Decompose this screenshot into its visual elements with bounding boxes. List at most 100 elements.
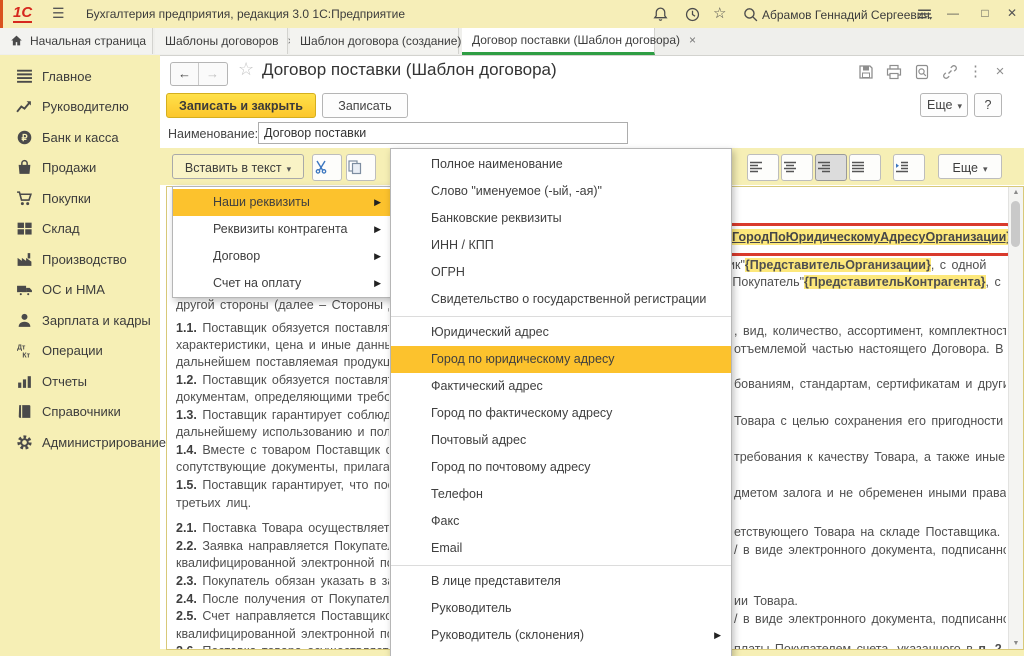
align-left-button[interactable] — [747, 154, 779, 181]
sidebar-label: Операции — [42, 343, 103, 358]
sidebar-item-pokupki[interactable]: Покупки — [0, 184, 160, 214]
preview-icon[interactable] — [914, 64, 931, 81]
doc-line: / в виде электронного документа, подписа… — [734, 542, 1006, 558]
menu-item-gorod-po-pochtovomu-adresu[interactable]: Город по почтовому адресу — [391, 454, 731, 481]
tab-label: Начальная страница — [30, 34, 146, 48]
sidebar-item-sklad[interactable]: Склад — [0, 214, 160, 244]
sidebar-item-bank-i-kassa[interactable]: ₽ Банк и касса — [0, 123, 160, 153]
save-and-close-button[interactable]: Записать и закрыть — [166, 93, 316, 118]
print-icon[interactable] — [886, 64, 903, 81]
menu-item-svidetelstvo[interactable]: Свидетельство о государственной регистра… — [391, 286, 731, 313]
person-icon — [16, 312, 33, 329]
more-button[interactable]: Еще▾ — [920, 93, 968, 117]
sidebar-item-administrirovanie[interactable]: Администрирование — [0, 428, 160, 458]
minimize-button[interactable]: — — [944, 6, 962, 20]
main-menu-icon[interactable]: ☰ — [52, 5, 65, 22]
sidebar-item-glavnoe[interactable]: Главное — [0, 62, 160, 92]
vertical-scrollbar[interactable]: ▲ ▼ — [1008, 187, 1023, 649]
tab-contract-templates[interactable]: Шаблоны договоров× — [155, 28, 288, 54]
menu-label: Руководитель (склонения) — [431, 628, 584, 642]
scroll-down-icon[interactable]: ▼ — [1009, 640, 1023, 647]
menu-item-dogovor[interactable]: Договор▶ — [173, 243, 391, 270]
sidebar-item-zarplata-i-kadry[interactable]: Зарплата и кадры — [0, 306, 160, 336]
doc-line: "Покупатель"{ПредставительКонтрагента}, … — [728, 274, 1010, 290]
menu-item-rukovoditel-skloneniya[interactable]: Руководитель (склонения) ▶ — [391, 622, 731, 649]
back-button[interactable]: ← — [171, 63, 199, 85]
sidebar-item-operacii[interactable]: ДтКт Операции — [0, 336, 160, 366]
link-icon[interactable] — [942, 64, 959, 81]
cut-button[interactable] — [312, 154, 342, 181]
sidebar-item-os-i-nma[interactable]: ОС и НМА — [0, 275, 160, 305]
menu-item-rekvizity-kontragenta[interactable]: Реквизиты контрагента▶ — [173, 216, 391, 243]
menu-item-ogrn[interactable]: ОГРН — [391, 259, 731, 286]
name-input[interactable] — [258, 122, 628, 144]
insert-into-text-button[interactable]: Вставить в текст▾ — [172, 154, 304, 179]
doc-line: 1.5. Поставщик гарантирует, что пост — [176, 477, 389, 493]
sidebar-item-spravochniki[interactable]: Справочники — [0, 397, 160, 427]
menu-item-dolzhnost-rukovoditelya[interactable]: Должность руководителя — [391, 649, 731, 656]
save-icon[interactable] — [858, 64, 875, 81]
tab-start-page[interactable]: Начальная страница — [0, 28, 153, 54]
sidebar-item-rukovoditelyu[interactable]: Руководителю — [0, 92, 160, 122]
doc-line: 1.4. Вместе с товаром Поставщик об — [176, 442, 389, 458]
editor-more-button[interactable]: Еще▾ — [938, 154, 1002, 179]
scrollbar-thumb[interactable] — [1011, 201, 1020, 247]
doc-line: дальнейшему использованию и полезн — [176, 424, 389, 440]
more-label: Еще — [953, 161, 978, 175]
menu-item-gorod-po-fakticheskomu-adresu[interactable]: Город по фактическому адресу — [391, 400, 731, 427]
forward-button[interactable]: → — [199, 63, 226, 85]
tab-label: Шаблон договора (создание) * — [300, 34, 469, 48]
our-details-submenu: Полное наименование Слово "именуемое (-ы… — [390, 148, 732, 656]
menu-item-slovo-imenuemoe[interactable]: Слово "именуемое (-ый, -ая)" — [391, 178, 731, 205]
menu-item-rukovoditel[interactable]: Руководитель — [391, 595, 731, 622]
favorite-star-icon[interactable]: ☆ — [238, 59, 254, 80]
align-justify-button[interactable] — [849, 154, 881, 181]
sidebar-item-otchety[interactable]: Отчеты — [0, 367, 160, 397]
menu-item-polnoe-naimenovanie[interactable]: Полное наименование — [391, 151, 731, 178]
submenu-arrow-icon: ▶ — [714, 622, 721, 649]
menu-item-inn-kpp[interactable]: ИНН / КПП — [391, 232, 731, 259]
field-token: {ПредставительКонтрагента} — [804, 275, 985, 289]
tab-supply-contract[interactable]: Договор поставки (Шаблон договора)× — [462, 28, 655, 55]
sidebar-item-proizvodstvo[interactable]: Производство — [0, 245, 160, 275]
close-tab-icon[interactable]: × — [689, 33, 696, 47]
favorites-star-icon[interactable]: ☆ — [713, 4, 730, 21]
close-form-icon[interactable]: × — [992, 64, 1008, 81]
menu-item-gorod-po-yuridicheskomu-adresu[interactable]: Город по юридическому адресу — [391, 346, 731, 373]
notifications-bell-icon[interactable] — [652, 6, 669, 23]
align-right-button[interactable] — [815, 154, 847, 181]
menu-item-fakticheskiy-adres[interactable]: Фактический адрес — [391, 373, 731, 400]
menu-item-nashi-rekvizity[interactable]: Наши реквизиты▶ — [173, 189, 391, 216]
service-menu-icon[interactable] — [916, 6, 933, 23]
menu-item-faks[interactable]: Факс — [391, 508, 731, 535]
highlight-red-box: ГородПоЮридическомуАдресуОрганизации} — [719, 223, 1013, 256]
maximize-button[interactable]: □ — [976, 6, 994, 20]
more-actions-kebab-icon[interactable]: ⋮ — [968, 64, 982, 81]
doc-line: , вид, количество, ассортимент, комплект… — [734, 323, 1006, 339]
doc-line: Товара с целью сохранения его пригодност… — [734, 413, 1006, 429]
menu-item-yuridicheskiy-adres[interactable]: Юридический адрес — [391, 319, 731, 346]
help-button[interactable]: ? — [974, 93, 1002, 117]
scroll-up-icon[interactable]: ▲ — [1009, 189, 1023, 196]
save-button[interactable]: Записать — [322, 93, 408, 118]
menu-item-schet-na-oplatu[interactable]: Счет на оплату▶ — [173, 270, 391, 297]
copy-button[interactable] — [346, 154, 376, 181]
history-icon[interactable] — [684, 6, 701, 23]
tab-template-new[interactable]: Шаблон договора (создание) *× — [290, 28, 459, 54]
sidebar-item-prodazhi[interactable]: Продажи — [0, 153, 160, 183]
sidebar-label: Главное — [42, 69, 92, 84]
menu-item-v-lice-predstavitelya[interactable]: В лице представителя — [391, 568, 731, 595]
align-center-button[interactable] — [781, 154, 813, 181]
shopping-bag-icon — [16, 159, 33, 176]
menu-item-pochtovyy-adres[interactable]: Почтовый адрес — [391, 427, 731, 454]
shopping-cart-icon — [16, 190, 33, 207]
menu-label: Договор — [213, 249, 260, 263]
current-user[interactable]: Абрамов Геннадий Сергеевич — [762, 8, 930, 22]
menu-item-telefon[interactable]: Телефон — [391, 481, 731, 508]
sidebar-label: Зарплата и кадры — [42, 313, 151, 328]
close-window-button[interactable]: ✕ — [1003, 6, 1021, 20]
indent-button[interactable] — [893, 154, 925, 181]
menu-item-bankovskie-rekvizity[interactable]: Банковские реквизиты — [391, 205, 731, 232]
menu-item-email[interactable]: Email — [391, 535, 731, 562]
search-icon[interactable] — [742, 6, 759, 23]
